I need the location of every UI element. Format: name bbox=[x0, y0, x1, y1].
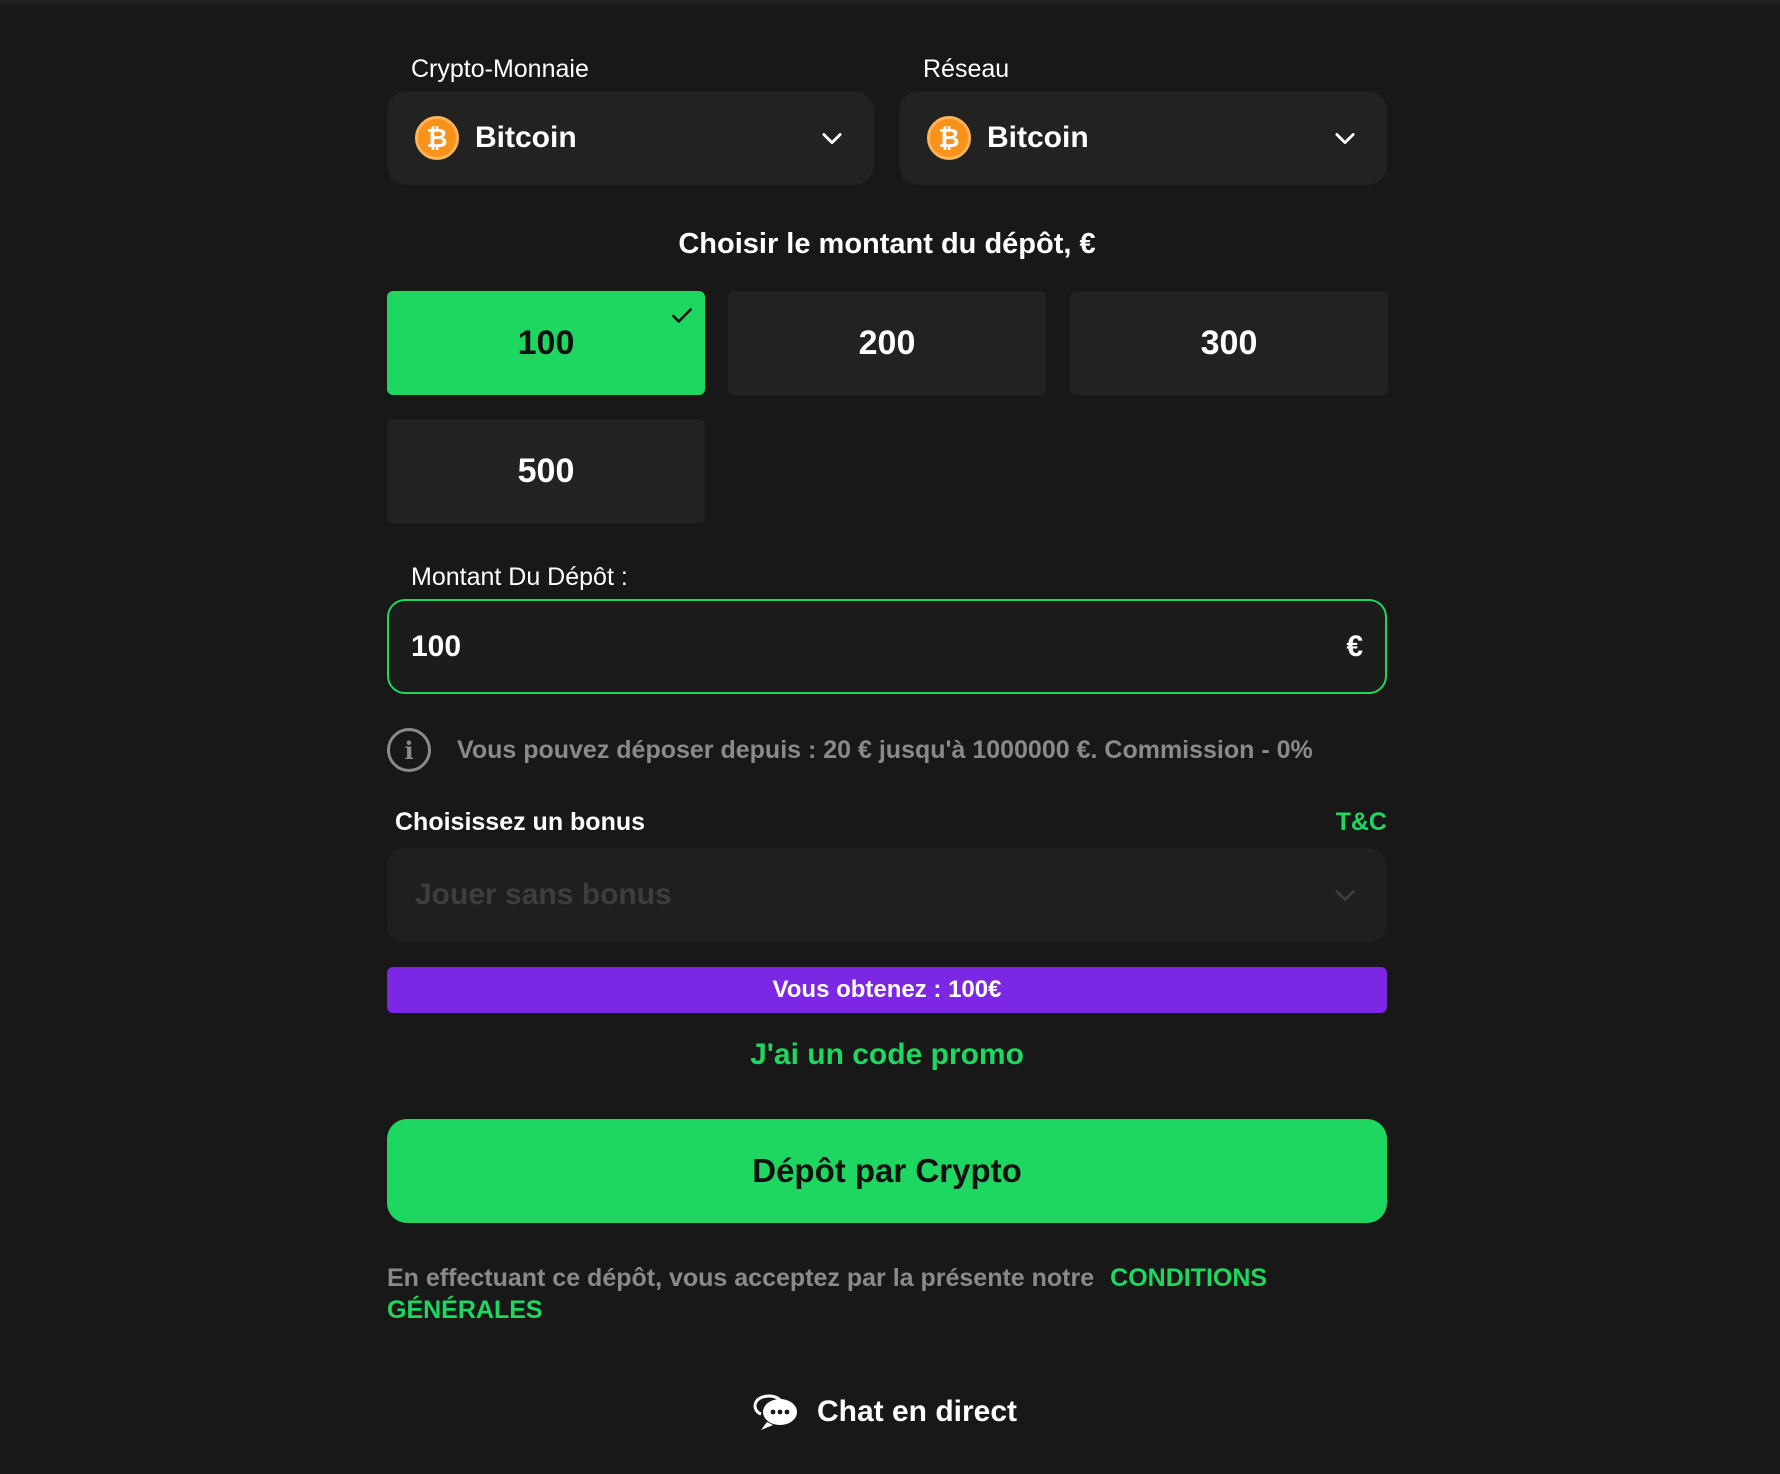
deposit-limits-info: i Vous pouvez déposer depuis : 20 € jusq… bbox=[387, 728, 1387, 772]
network-label: Réseau bbox=[923, 55, 1010, 83]
chevron-down-icon bbox=[822, 133, 842, 145]
deposit-limits-text: Vous pouvez déposer depuis : 20 € jusqu'… bbox=[457, 735, 1313, 764]
live-chat-button[interactable]: Chat en direct bbox=[753, 1392, 1017, 1432]
chevron-down-icon bbox=[1335, 133, 1355, 145]
chat-bubble-icon bbox=[753, 1394, 797, 1430]
live-chat-label: Chat en direct bbox=[817, 1395, 1018, 1428]
bonus-title: Choisissez un bonus bbox=[395, 808, 646, 836]
deposit-crypto-button[interactable]: Dépôt par Crypto bbox=[387, 1119, 1387, 1223]
deposit-amount-input[interactable] bbox=[411, 629, 1347, 664]
bonus-header: Choisissez un bonus T&C bbox=[395, 808, 1387, 837]
amount-option-label: 200 bbox=[858, 323, 916, 362]
terms-notice: En effectuant ce dépôt, vous acceptez pa… bbox=[387, 1262, 1387, 1326]
amount-option-100[interactable]: 100 bbox=[387, 291, 705, 395]
network-select-value: Bitcoin bbox=[987, 121, 1089, 154]
deposit-amount-field: € bbox=[387, 599, 1387, 694]
crypto-label: Crypto-Monnaie bbox=[411, 55, 589, 83]
amount-option-label: 500 bbox=[517, 451, 575, 490]
bonus-select-placeholder: Jouer sans bonus bbox=[415, 878, 672, 911]
crypto-select-value: Bitcoin bbox=[475, 121, 577, 154]
bitcoin-icon: ₿ bbox=[927, 116, 971, 160]
obtain-banner: Vous obtenez : 100€ bbox=[387, 967, 1387, 1013]
amount-option-label: 100 bbox=[517, 323, 575, 362]
amount-section-title: Choisir le montant du dépôt, € bbox=[678, 228, 1096, 260]
info-icon: i bbox=[387, 728, 431, 772]
amount-option-label: 300 bbox=[1200, 323, 1258, 362]
deposit-page: Crypto-Monnaie ₿ Bitcoin Réseau ₿ Bitcoi… bbox=[0, 0, 1780, 1474]
amount-option-200[interactable]: 200 bbox=[728, 291, 1046, 395]
tc-link[interactable]: T&C bbox=[1336, 808, 1387, 837]
network-select[interactable]: ₿ Bitcoin bbox=[899, 91, 1387, 185]
bitcoin-icon: ₿ bbox=[415, 116, 459, 160]
amount-option-500[interactable]: 500 bbox=[387, 419, 705, 523]
crypto-select[interactable]: ₿ Bitcoin bbox=[387, 91, 874, 185]
currency-symbol: € bbox=[1346, 629, 1363, 663]
bonus-select[interactable]: Jouer sans bonus bbox=[387, 848, 1387, 942]
checkmark-icon bbox=[672, 308, 692, 323]
terms-text: En effectuant ce dépôt, vous acceptez pa… bbox=[387, 1264, 1095, 1292]
deposit-amount-label: Montant Du Dépôt : bbox=[411, 563, 628, 591]
chevron-down-icon bbox=[1335, 890, 1355, 902]
amount-option-300[interactable]: 300 bbox=[1070, 291, 1388, 395]
promo-code-link[interactable]: J'ai un code promo bbox=[387, 1038, 1387, 1072]
